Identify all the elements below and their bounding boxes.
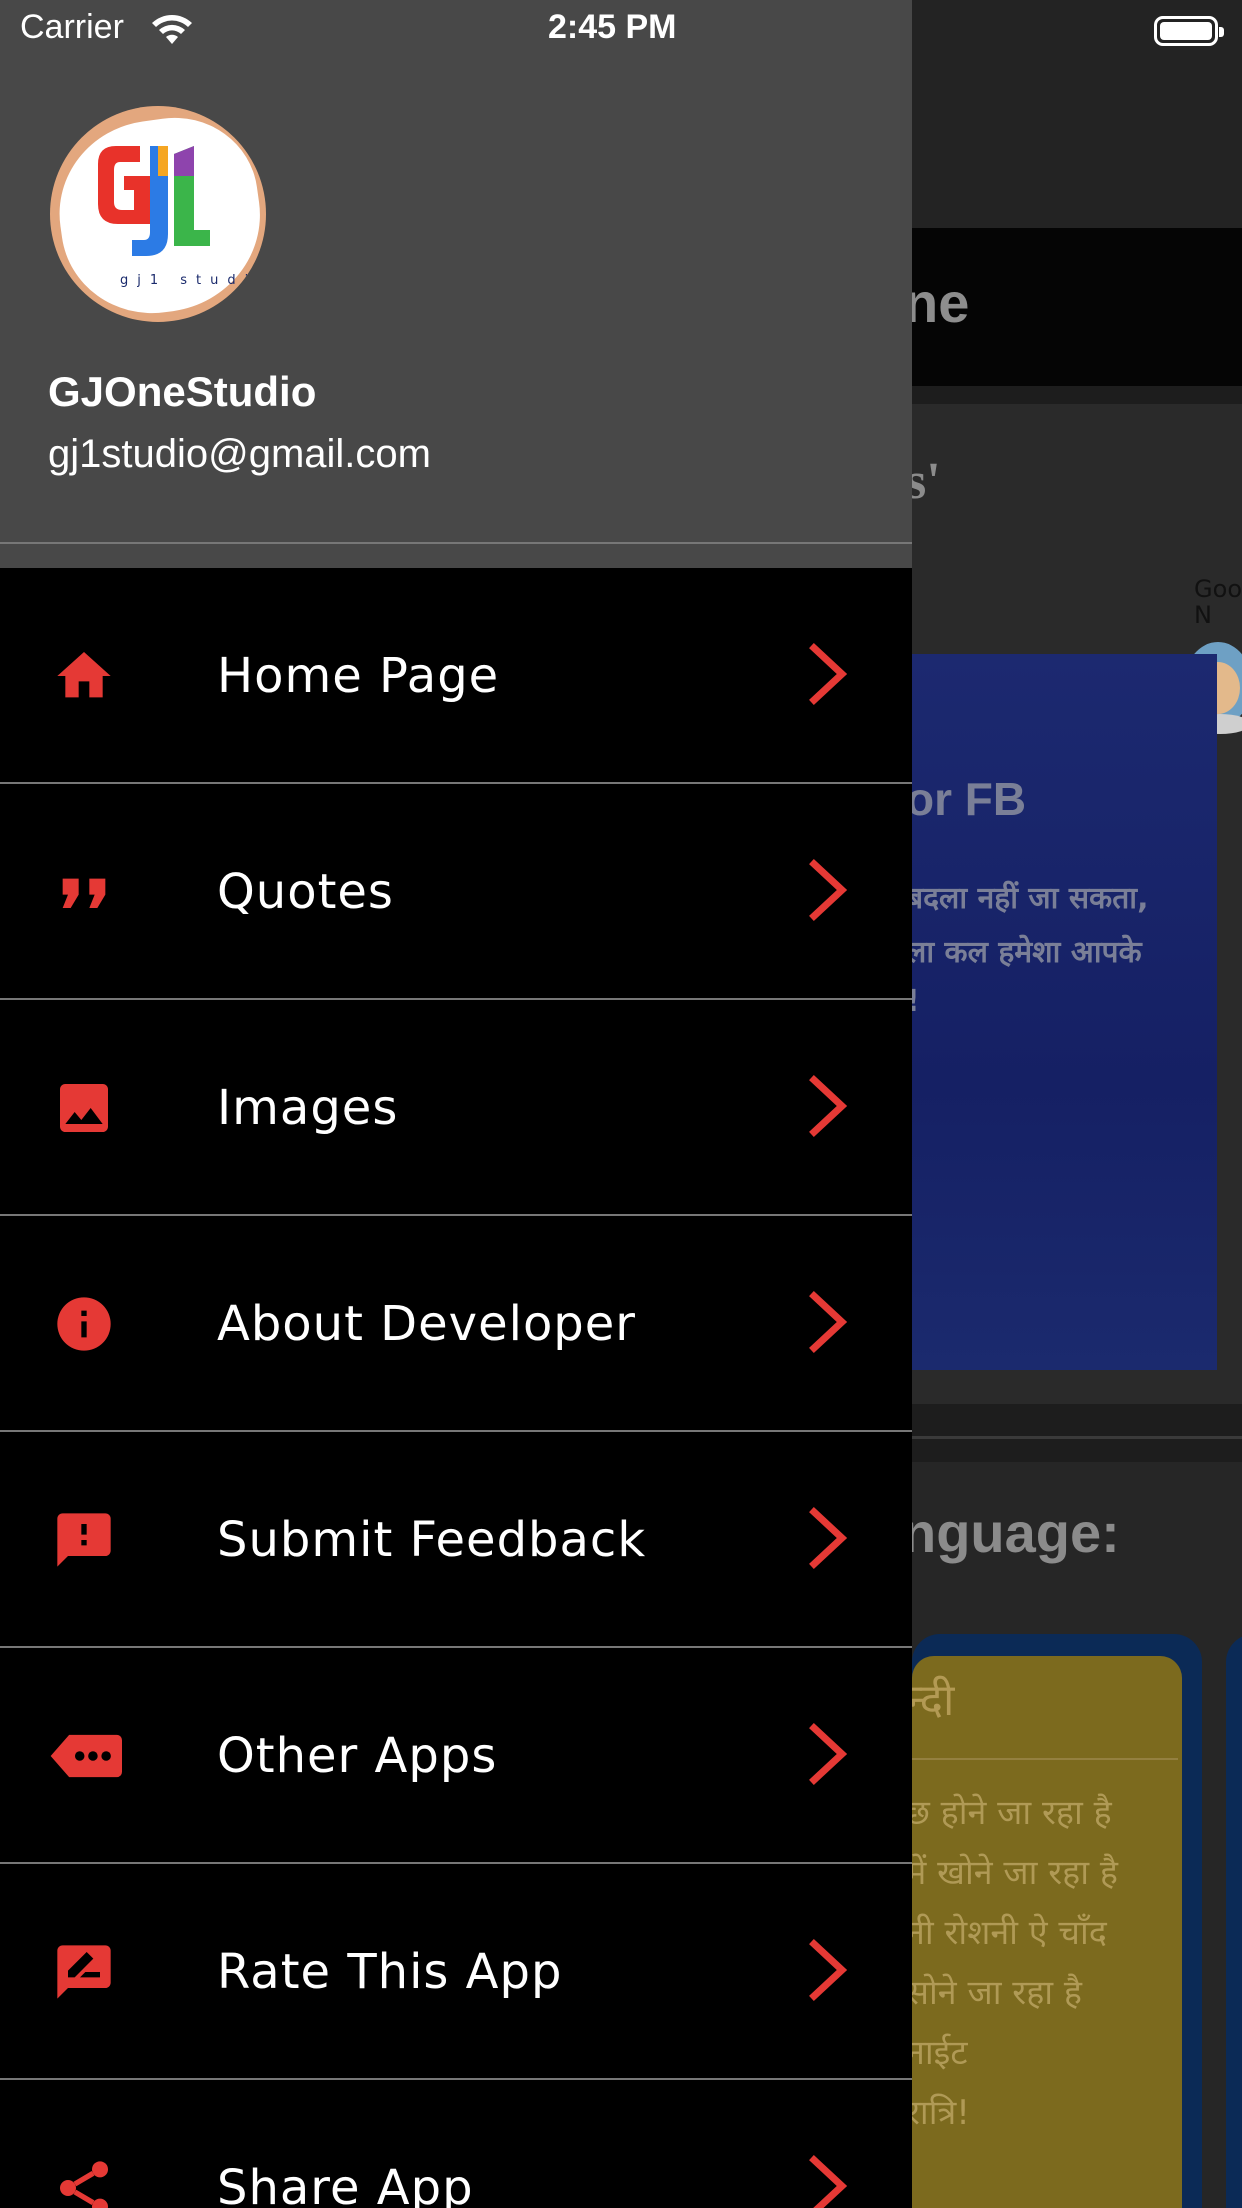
gj1-studio-logo: gj1 studio bbox=[98, 146, 266, 288]
background-quote-card bbox=[912, 654, 1217, 1370]
more-apps-icon bbox=[48, 1724, 123, 1788]
background-language-label: nguage: bbox=[902, 1501, 1120, 1564]
carrier-label: Carrier bbox=[20, 8, 124, 46]
menu-item-quotes[interactable]: Quotes bbox=[0, 784, 912, 1000]
menu-item-images[interactable]: Images bbox=[0, 1000, 912, 1216]
background-hindi-card-title: न्दी bbox=[906, 1675, 955, 1726]
profile-email: gj1studio@gmail.com bbox=[48, 432, 431, 476]
background-hindi-line: नाईट bbox=[906, 2033, 968, 2073]
menu-item-label: Other Apps bbox=[217, 1728, 498, 1784]
navigation-drawer: gj1 studio GJOneStudio gj1studio@gmail.c… bbox=[0, 0, 912, 2208]
status-time: 2:45 PM bbox=[548, 8, 677, 46]
chevron-right-icon bbox=[806, 858, 850, 922]
menu-item-label: Images bbox=[217, 1080, 399, 1136]
logo-text: gj1 studio bbox=[120, 273, 266, 288]
background-hindi-line: में खोने जा रहा है bbox=[906, 1853, 1118, 1893]
battery-icon bbox=[1154, 16, 1224, 46]
share-icon bbox=[52, 2156, 116, 2208]
quote-icon bbox=[52, 860, 116, 924]
chevron-right-icon bbox=[806, 642, 850, 706]
chevron-right-icon bbox=[806, 2154, 850, 2208]
wifi-icon bbox=[150, 14, 194, 50]
chevron-right-icon bbox=[806, 1938, 850, 2002]
menu-item-label: About Developer bbox=[217, 1296, 637, 1352]
chevron-right-icon bbox=[806, 1074, 850, 1138]
chevron-right-icon bbox=[806, 1506, 850, 1570]
rate-icon bbox=[52, 1940, 116, 2004]
menu-item-share-app[interactable]: Share App bbox=[0, 2080, 912, 2208]
drawer-menu: Home Page Quotes Images About Developer … bbox=[0, 568, 912, 2208]
background-hindi-line: रात्रि! bbox=[906, 2093, 970, 2133]
background-card-title: or FB bbox=[906, 773, 1027, 825]
status-bar: Carrier 2:45 PM bbox=[0, 0, 1242, 62]
menu-item-label: Quotes bbox=[217, 864, 394, 920]
drawer-header: gj1 studio GJOneStudio gj1studio@gmail.c… bbox=[0, 0, 912, 542]
profile-avatar[interactable]: gj1 studio bbox=[50, 106, 266, 322]
header-spacer bbox=[0, 544, 912, 568]
menu-item-label: Submit Feedback bbox=[217, 1512, 647, 1568]
menu-item-rate-this-app[interactable]: Rate This App bbox=[0, 1864, 912, 2080]
feedback-icon bbox=[52, 1508, 116, 1572]
menu-item-label: Share App bbox=[217, 2160, 474, 2208]
info-icon bbox=[52, 1292, 116, 1356]
background-hindi-line: छ होने जा रहा है bbox=[906, 1793, 1112, 1833]
background-hindi-line: नी रोशनी ऐ चाँद bbox=[906, 1913, 1107, 1953]
menu-item-home-page[interactable]: Home Page bbox=[0, 568, 912, 784]
menu-item-submit-feedback[interactable]: Submit Feedback bbox=[0, 1432, 912, 1648]
menu-item-label: Rate This App bbox=[217, 1944, 563, 2000]
menu-item-label: Home Page bbox=[217, 648, 500, 704]
menu-item-other-apps[interactable]: Other Apps bbox=[0, 1648, 912, 1864]
background-hindi-card-rule bbox=[912, 1758, 1178, 1760]
image-icon bbox=[52, 1076, 116, 1140]
background-card-line: बदला नहीं जा सकता, bbox=[906, 881, 1149, 916]
home-icon bbox=[52, 644, 116, 708]
chevron-right-icon bbox=[806, 1290, 850, 1354]
background-language-card-next bbox=[1226, 1634, 1242, 2208]
background-hindi-line: सोने जा रहा है bbox=[906, 1973, 1082, 2013]
menu-item-about-developer[interactable]: About Developer bbox=[0, 1216, 912, 1432]
profile-name: GJOneStudio bbox=[48, 368, 317, 415]
chevron-right-icon bbox=[806, 1722, 850, 1786]
background-divider bbox=[912, 1436, 1242, 1439]
background-title-fragment: ne bbox=[904, 271, 970, 334]
background-card-line: ला कल हमेशा आपके bbox=[906, 935, 1142, 970]
